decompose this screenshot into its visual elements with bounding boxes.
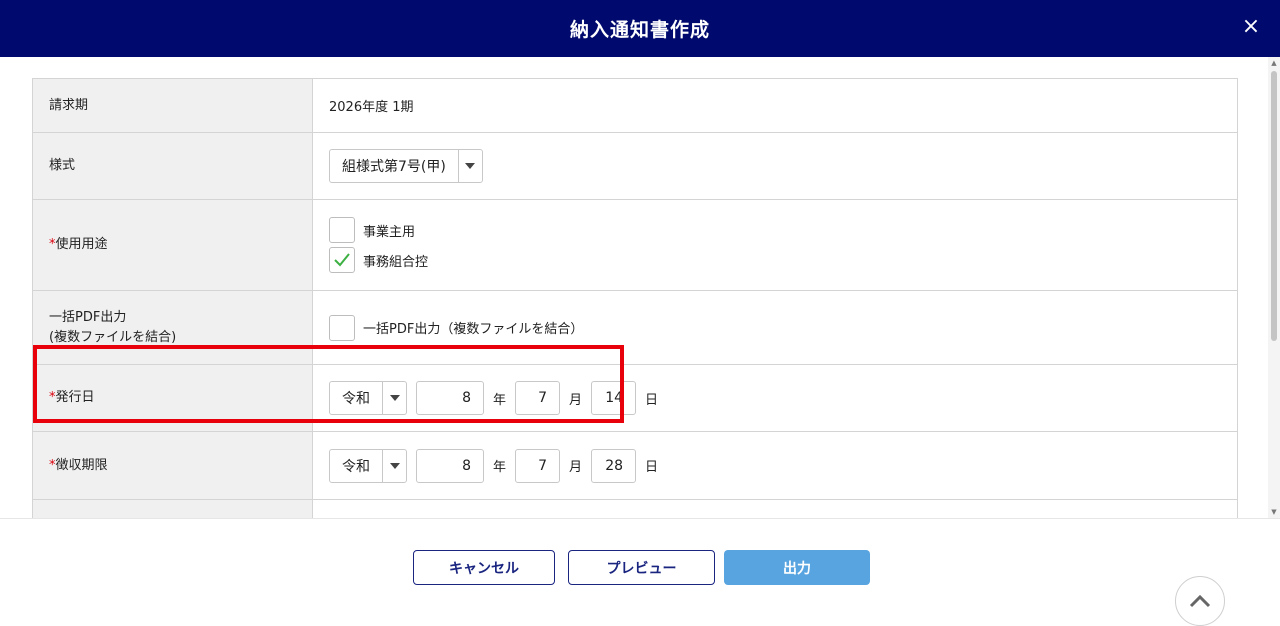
label-issue-date-text: 発行日: [55, 390, 95, 405]
format-select[interactable]: 組様式第7号(甲): [329, 149, 483, 183]
label-bulk-pdf-line2: (複数ファイルを結合): [49, 329, 177, 345]
label-next-partial: [33, 500, 313, 518]
usage-option-owner[interactable]: 事業主用: [329, 215, 428, 245]
back-to-top-button[interactable]: [1175, 576, 1225, 626]
due-year-unit: 年: [493, 460, 507, 475]
check-icon: [334, 253, 350, 267]
row-format: 様式 組様式第7号(甲): [33, 133, 1237, 200]
label-issue-date: * 発行日: [33, 365, 313, 431]
bulk-pdf-checkbox-label: 一括PDF出力（複数ファイルを結合）: [363, 322, 584, 337]
usage-owner-checkbox[interactable]: [329, 217, 355, 243]
usage-office-label: 事務組合控: [363, 254, 429, 270]
row-next-partial: [33, 500, 1237, 518]
issue-day-unit: 日: [645, 392, 659, 408]
caret-down-icon[interactable]: [382, 382, 406, 414]
row-billing-period: 請求期 2026年度 1期: [33, 79, 1237, 133]
dialog-body: 請求期 2026年度 1期 様式 組様式第7号(甲) * 使用用途 事業主用 事…: [0, 57, 1280, 518]
dialog-footer: キャンセル プレビュー 出力: [0, 518, 1280, 626]
label-format: 様式: [33, 133, 313, 199]
caret-down-icon[interactable]: [457, 150, 482, 182]
form-table: 請求期 2026年度 1期 様式 組様式第7号(甲) * 使用用途 事業主用 事…: [32, 78, 1238, 518]
due-month-input[interactable]: 7: [515, 448, 561, 483]
due-day-input[interactable]: 28: [591, 448, 637, 483]
billing-period-value: 2026年度 1期: [329, 100, 414, 115]
label-due-date: * 徴収期限: [33, 432, 313, 499]
label-bulk-pdf: 一括PDF出力 (複数ファイルを結合): [33, 291, 313, 364]
scroll-down-icon[interactable]: ▼: [1270, 508, 1278, 516]
due-day-unit: 日: [645, 460, 659, 475]
due-era-value: 令和: [342, 458, 370, 475]
row-usage: * 使用用途 事業主用 事務組合控: [33, 200, 1237, 291]
caret-down-icon[interactable]: [382, 449, 406, 482]
dialog-title: 納入通知書作成: [569, 19, 710, 41]
issue-era-select[interactable]: 令和: [329, 381, 407, 415]
chevron-up-icon: [1189, 594, 1211, 608]
usage-office-checkbox[interactable]: [329, 247, 355, 273]
usage-option-office[interactable]: 事務組合控: [329, 245, 428, 275]
close-icon[interactable]: ×: [1238, 14, 1264, 40]
label-billing-period: 請求期: [33, 79, 313, 132]
bulk-pdf-checkbox[interactable]: [329, 314, 355, 341]
scrollbar[interactable]: ▲ ▼: [1268, 57, 1280, 518]
issue-era-value: 令和: [342, 391, 370, 407]
issue-month-unit: 月: [569, 392, 583, 408]
scroll-up-icon[interactable]: ▲: [1270, 59, 1278, 67]
usage-owner-label: 事業主用: [363, 224, 416, 240]
row-issue-date: * 発行日 令和 8 年 7 月 14 日: [33, 365, 1237, 432]
output-button[interactable]: 出力: [724, 550, 870, 585]
due-year-input[interactable]: 8: [416, 448, 484, 483]
issue-year-input[interactable]: 8: [416, 381, 484, 415]
scrollbar-thumb[interactable]: [1271, 71, 1277, 341]
due-era-select[interactable]: 令和: [329, 448, 407, 483]
issue-year-unit: 年: [493, 392, 507, 408]
issue-month-input[interactable]: 7: [515, 381, 561, 415]
dialog-header: 納入通知書作成 ×: [0, 0, 1280, 57]
label-usage-text: 使用用途: [55, 237, 108, 252]
row-due-date: * 徴収期限 令和 8 年 7 月 28 日: [33, 432, 1237, 500]
bulk-pdf-option[interactable]: 一括PDF出力（複数ファイルを結合）: [329, 313, 583, 343]
preview-button[interactable]: プレビュー: [568, 550, 715, 585]
issue-day-input[interactable]: 14: [591, 381, 637, 415]
label-bulk-pdf-line1: 一括PDF出力: [49, 309, 127, 325]
row-bulk-pdf: 一括PDF出力 (複数ファイルを結合) 一括PDF出力（複数ファイルを結合）: [33, 291, 1237, 365]
cancel-button[interactable]: キャンセル: [413, 550, 555, 585]
due-month-unit: 月: [569, 460, 583, 475]
label-usage: * 使用用途: [33, 200, 313, 290]
format-select-value: 組様式第7号(甲): [342, 159, 446, 175]
label-due-date-text: 徴収期限: [55, 457, 108, 473]
